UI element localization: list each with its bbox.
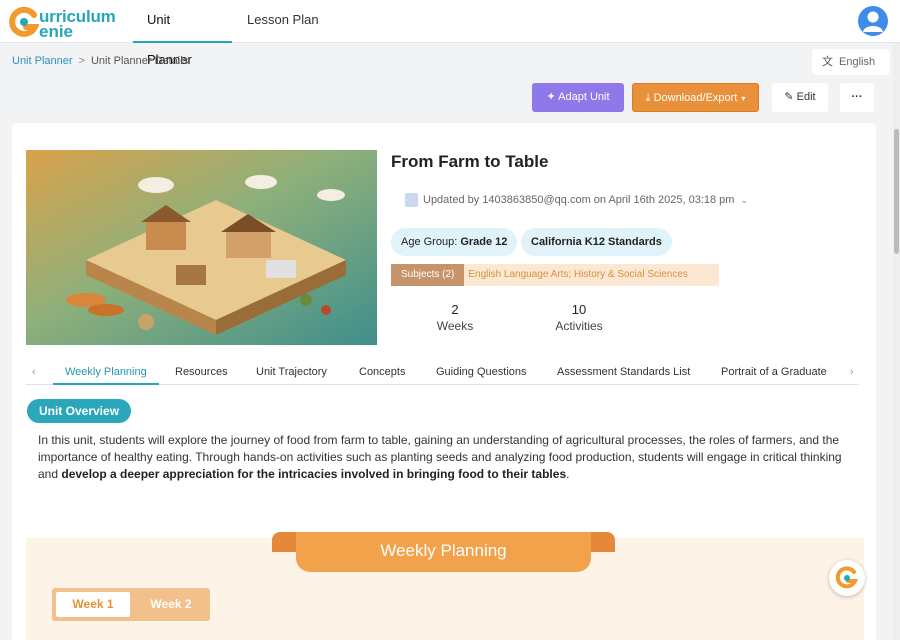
- nav-tab-lesson-plan[interactable]: Lesson Plan: [233, 0, 333, 43]
- unit-overview-badge: Unit Overview: [27, 399, 132, 423]
- overview-text-bold: develop a deeper appreciation for the in…: [61, 467, 567, 481]
- breadcrumb: Unit Planner > Unit Planner Details: [12, 55, 188, 67]
- adapt-unit-button[interactable]: ✦ Adapt Unit: [532, 83, 624, 112]
- assistant-button[interactable]: [829, 560, 865, 596]
- tab-concepts[interactable]: Concepts: [347, 360, 417, 385]
- logo-text-line2: enie: [39, 22, 74, 41]
- magic-wand-icon: ✦: [546, 91, 559, 103]
- week-tab-1[interactable]: Week 1: [56, 592, 130, 617]
- stat-activities-value: 10: [571, 302, 587, 317]
- chevron-down-icon: ⌄: [740, 194, 748, 205]
- language-label: English: [839, 56, 876, 68]
- language-selector[interactable]: 文 English: [812, 49, 890, 75]
- more-options-button[interactable]: ···: [840, 83, 874, 112]
- banner-fold-left: [272, 532, 298, 552]
- breadcrumb-current: Unit Planner Details: [90, 55, 189, 67]
- edit-label: Edit: [796, 91, 816, 103]
- tabs-scroll-right-icon[interactable]: ›: [850, 360, 854, 384]
- tabs-scroll-left-icon[interactable]: ‹: [32, 360, 36, 384]
- document-icon: [405, 193, 418, 207]
- detail-tabs: ‹ Weekly Planning Resources Unit Traject…: [26, 360, 859, 385]
- pencil-icon: ✎: [784, 91, 797, 103]
- unit-title: From Farm to Table: [391, 152, 549, 171]
- subjects-list: English Language Arts; History & Social …: [468, 269, 688, 280]
- page-scrollbar[interactable]: [893, 43, 900, 640]
- stat-weeks: 2 Weeks: [430, 302, 480, 333]
- adapt-unit-label: Adapt Unit: [558, 91, 610, 103]
- assistant-g-icon: [835, 566, 859, 589]
- stat-activities-label: Activities: [555, 319, 603, 333]
- updated-info[interactable]: Updated by 1403863850@qq.com on April 16…: [405, 193, 748, 207]
- breadcrumb-separator: >: [78, 55, 85, 67]
- user-icon: [863, 11, 883, 32]
- farm-illustration: [26, 150, 377, 345]
- banner-fold-right: [589, 532, 615, 552]
- nav-tab-unit-planner[interactable]: Unit Planner: [133, 0, 232, 67]
- week-tab-2[interactable]: Week 2: [136, 592, 206, 617]
- download-icon: ⤓: [645, 92, 654, 104]
- translate-icon: 文: [822, 56, 833, 68]
- stat-activities: 10 Activities: [549, 302, 609, 333]
- age-group-label: Age Group:: [401, 236, 458, 248]
- tab-guiding-questions[interactable]: Guiding Questions: [424, 360, 539, 385]
- tab-unit-trajectory[interactable]: Unit Trajectory: [244, 360, 339, 385]
- tab-assessment-standards[interactable]: Assessment Standards List: [545, 360, 702, 385]
- download-export-button[interactable]: ⤓ Download/Export ▾: [632, 83, 759, 112]
- unit-overview-text: In this unit, students will explore the …: [38, 432, 850, 483]
- tab-weekly-planning[interactable]: Weekly Planning: [53, 360, 159, 385]
- updated-text: Updated by 1403863850@qq.com on April 16…: [423, 193, 735, 206]
- breadcrumb-unit-planner-link[interactable]: Unit Planner: [12, 55, 73, 67]
- stat-weeks-value: 2: [451, 302, 459, 317]
- app-logo[interactable]: urriculum enie: [9, 5, 134, 41]
- tab-resources[interactable]: Resources: [163, 360, 240, 385]
- overview-text-end: .: [566, 467, 570, 481]
- download-export-label: Download/Export: [653, 92, 738, 104]
- week-tabs: Week 1 Week 2: [52, 588, 210, 621]
- subjects-row: Subjects (2) English Language Arts; Histo…: [391, 264, 719, 286]
- scrollbar-thumb[interactable]: [894, 129, 899, 254]
- age-group-value: Grade 12: [460, 236, 508, 248]
- standards-badge: California K12 Standards: [521, 228, 672, 256]
- tab-portrait-of-graduate[interactable]: Portrait of a Graduate: [709, 360, 839, 385]
- stat-weeks-label: Weeks: [436, 319, 474, 333]
- chevron-down-icon: ▾: [741, 94, 746, 103]
- age-group-badge: Age Group: Grade 12: [391, 228, 518, 256]
- edit-button[interactable]: ✎ Edit: [772, 83, 828, 112]
- logo-g-icon: [9, 7, 39, 37]
- weekly-planning-banner: Weekly Planning: [296, 532, 591, 572]
- user-avatar[interactable]: [858, 6, 888, 36]
- unit-cover-image: [26, 150, 377, 345]
- subjects-count-tag: Subjects (2): [391, 264, 465, 286]
- top-bar: urriculum enie Unit Planner Lesson Plan: [0, 0, 900, 67]
